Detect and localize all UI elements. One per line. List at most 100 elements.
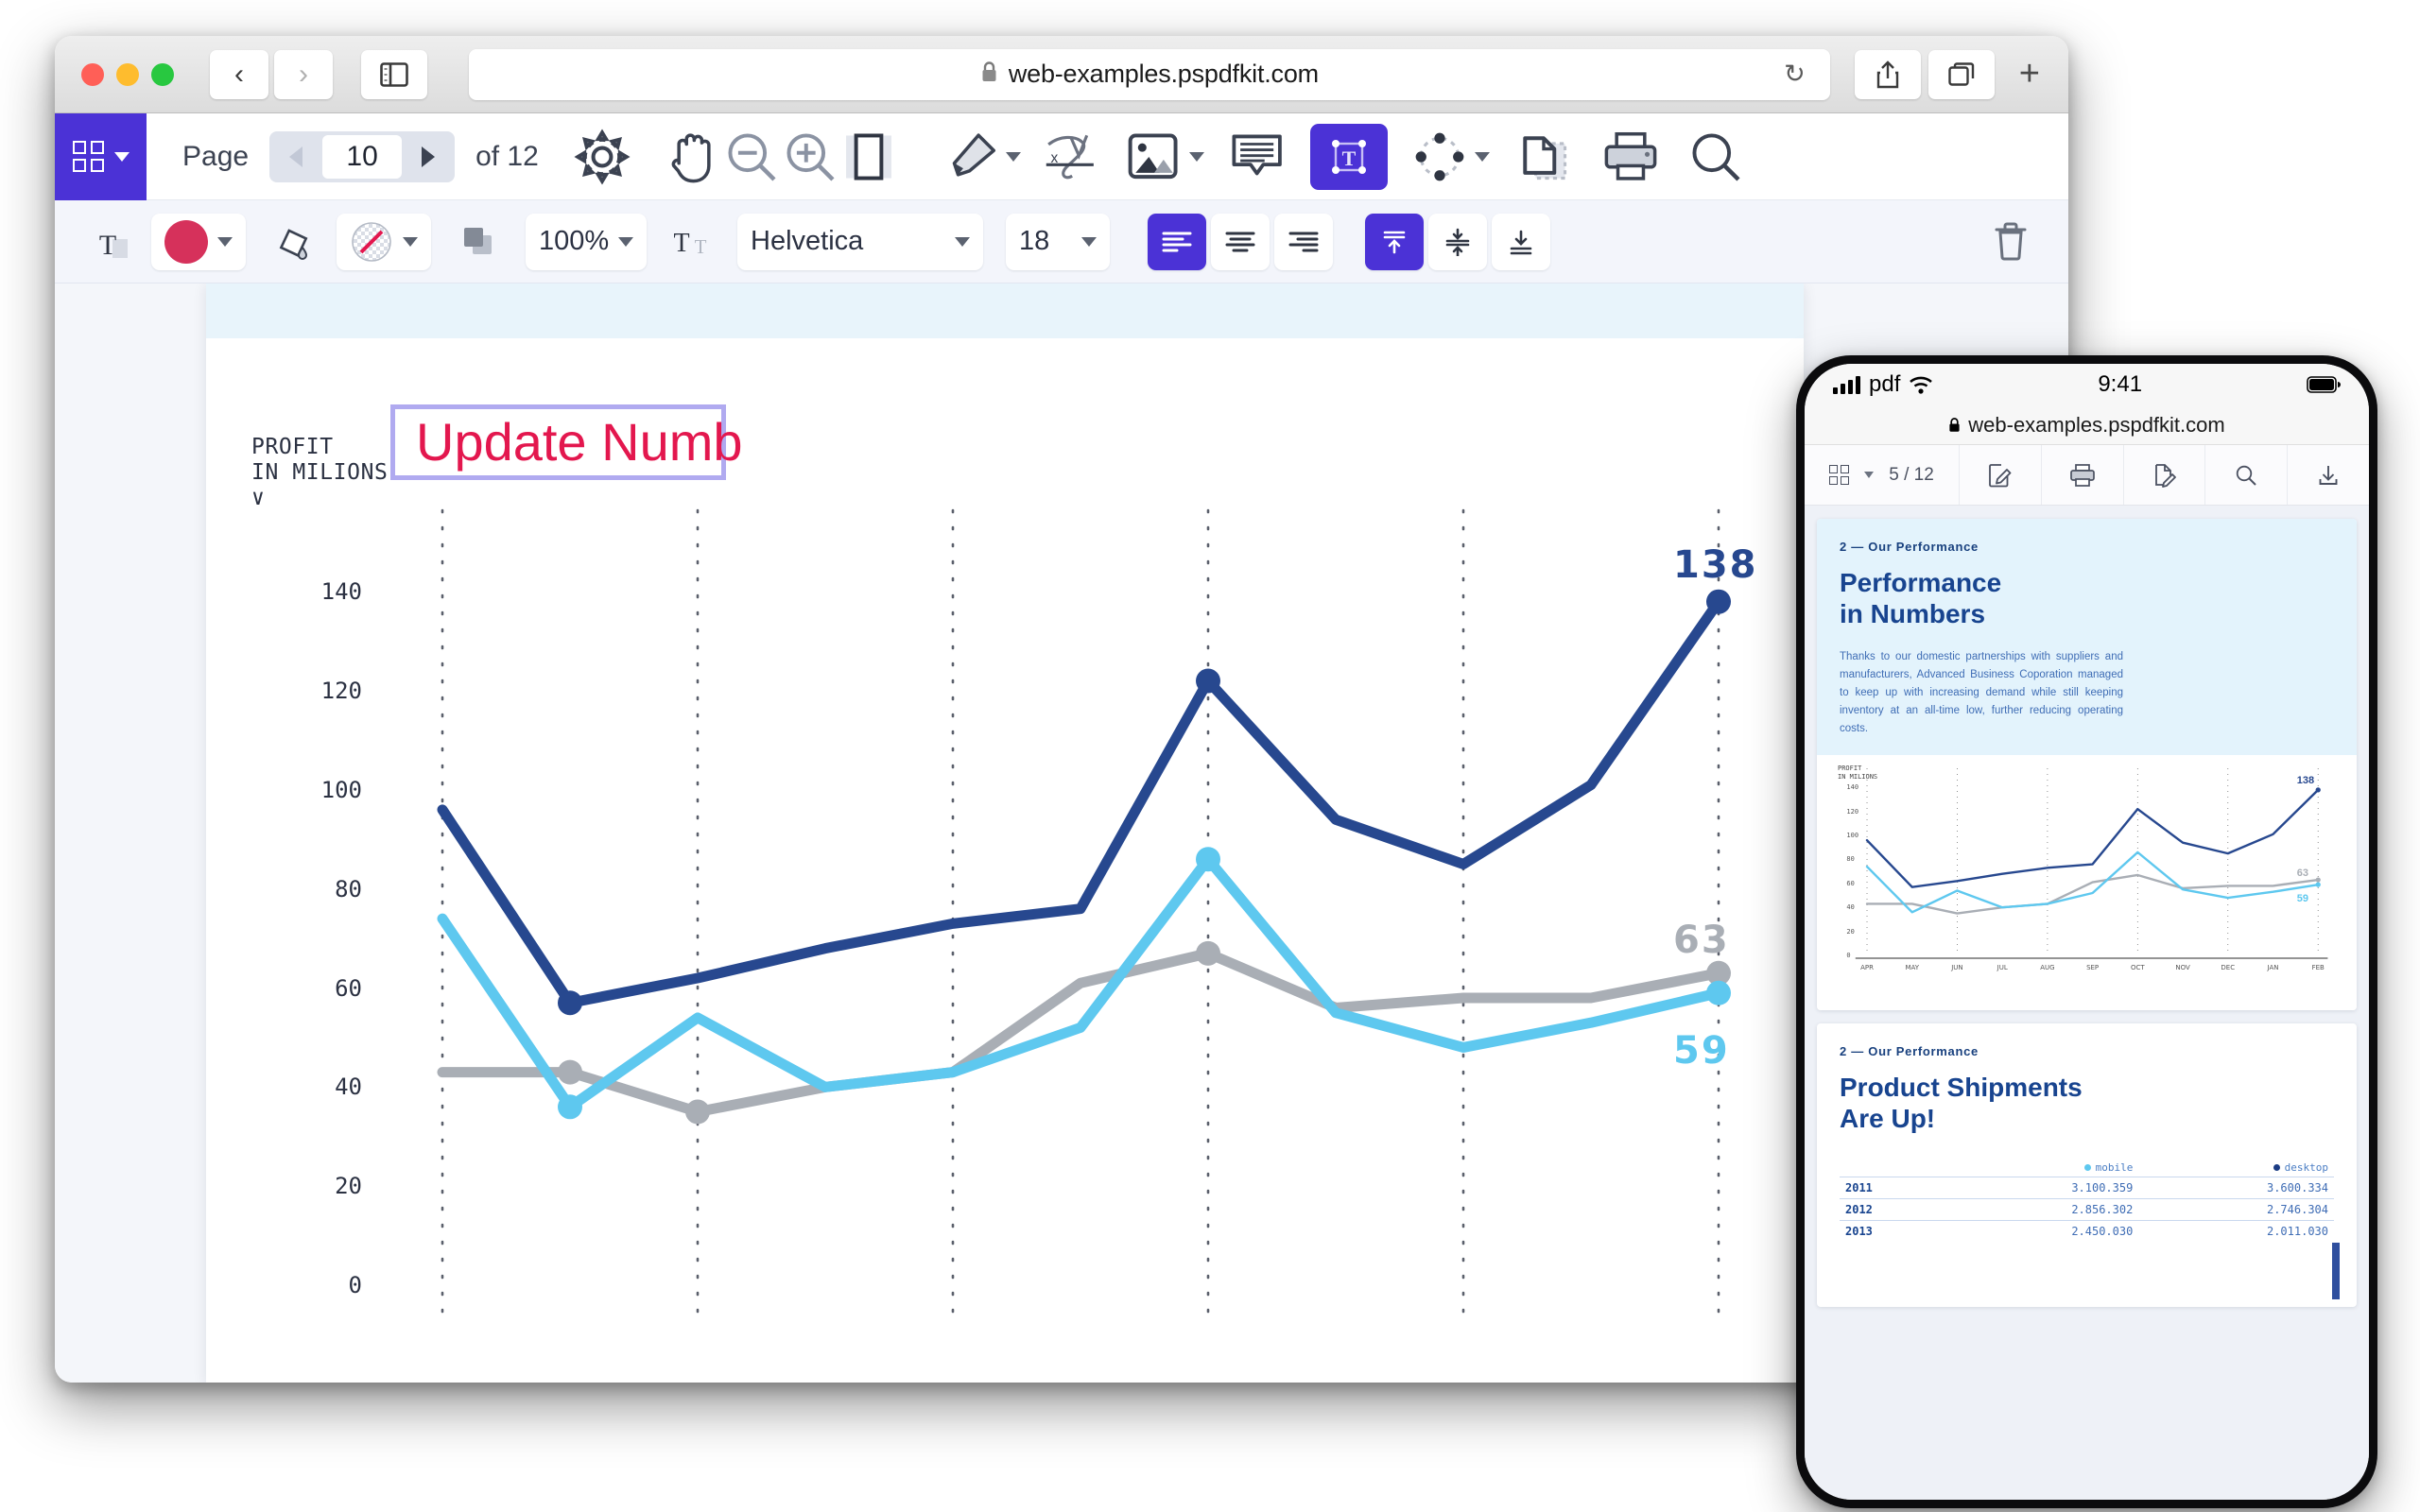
iphone-address-bar[interactable]: web-examples.pspdfkit.com [1805,405,2369,445]
shapes-tool-icon [1415,132,1464,180]
previous-page-button[interactable] [269,131,322,182]
table-row: 2011 3.100.359 3.600.334 [1840,1177,2334,1199]
zoom-level-select[interactable]: 100% [526,213,647,270]
font-case-button[interactable]: T T [647,223,737,261]
signature-button[interactable]: x [1042,128,1100,186]
image-annotation-icon [1128,132,1178,179]
series-end-label: 138 [1673,542,1758,587]
minimize-window-button[interactable] [116,62,139,86]
page-layout-button[interactable] [839,128,898,186]
forward-button[interactable]: › [274,49,333,99]
mini-x-tick: DEC [2221,964,2236,972]
slide-card-shipments[interactable]: 2 — Our Performance Product Shipments Ar… [1817,1023,2357,1307]
browser-nav-group: ‹ › [210,49,333,99]
text-color-picker[interactable] [151,213,246,270]
table-cell: 2.746.304 [2138,1198,2334,1221]
fill-color-button[interactable] [246,221,337,263]
mini-y-tick: 140 [1846,783,1859,792]
browser-titlebar: ‹ › web-examples.pspdfkit.com ↻ + [55,36,2068,113]
tabs-overview-button[interactable] [1927,49,1995,99]
image-annotation-button[interactable] [1125,128,1204,186]
address-bar[interactable]: web-examples.pspdfkit.com ↻ [469,48,1830,100]
table-col-header [1840,1159,1944,1177]
mini-x-tick: SEP [2086,964,2100,972]
pan-hand-icon [671,132,711,182]
align-left-icon [1162,232,1192,251]
slide-card-performance[interactable]: 2 — Our Performance Performance in Numbe… [1817,519,2357,1010]
document-viewport[interactable]: PROFIT IN MILIONS ∨ Update Numb 0 20 40 60 80 1… [55,284,2068,1383]
trash-icon [1995,222,2027,260]
pdf-toolbar-primary: Page 10 of 12 x T [55,112,2068,200]
reload-icon[interactable]: ↻ [1784,60,1806,89]
table-cell: 2011 [1840,1177,1944,1199]
zoom-in-button[interactable] [781,128,839,186]
text-box-tool-button[interactable]: T [1309,123,1388,190]
zoom-out-button[interactable] [722,128,781,186]
page-stepper[interactable]: 10 [269,130,456,182]
slide1-kicker: 2 — Our Performance [1840,540,1979,554]
align-bottom-button[interactable] [1492,213,1550,270]
settings-button[interactable] [573,128,631,186]
stroke-color-picker[interactable] [337,213,431,270]
iphone-annotate-button[interactable] [1959,445,2041,505]
mini-x-tick: JAN [2267,964,2279,972]
iphone-print-button[interactable] [2040,445,2123,505]
align-left-button[interactable] [1148,213,1206,270]
sidebar-toggle-button[interactable] [361,49,427,99]
maximize-window-button[interactable] [151,62,174,86]
svg-text:T: T [99,230,116,261]
iphone-download-button[interactable] [2287,445,2369,505]
shapes-tool-button[interactable] [1410,128,1490,186]
opacity-button[interactable] [431,222,526,262]
share-button[interactable] [1854,49,1921,99]
fill-bucket-icon [279,228,308,260]
chevron-down-icon [403,236,418,247]
search-button[interactable] [1686,128,1745,186]
y-axis-tick: 80 [335,875,362,902]
pdf-toolbar-format: T 100% T T Helvetica 18 [55,200,2068,284]
chevron-down-icon [217,236,233,247]
note-comment-button[interactable] [1229,128,1288,186]
highlighter-button[interactable] [942,128,1021,186]
triangle-left-icon [289,146,303,167]
wifi-icon [1910,376,1933,394]
text-format-button[interactable]: T [79,222,146,262]
print-icon [2069,463,2095,487]
chevron-down-icon [1081,236,1097,247]
pan-tool-button[interactable] [664,128,722,186]
delete-annotation-button[interactable] [1978,221,2044,263]
stamp-button[interactable] [1514,128,1573,186]
chevron-left-icon: ‹ [234,58,244,90]
close-window-button[interactable] [81,62,104,86]
window-controls[interactable] [81,62,174,86]
iphone-document-body[interactable]: 2 — Our Performance Performance in Numbe… [1805,506,2369,1500]
sidebar-toggle-icon [380,61,408,87]
iphone-sign-button[interactable] [2122,445,2205,505]
align-right-button[interactable] [1274,213,1333,270]
status-left: pdf [1833,371,1933,398]
align-top-button[interactable] [1365,213,1424,270]
table-cell: 2.856.302 [1943,1198,2139,1221]
new-tab-button[interactable]: + [2019,54,2040,94]
font-family-select[interactable]: Helvetica [737,213,983,270]
align-center-button[interactable] [1211,213,1270,270]
y-axis-tick: 40 [335,1074,362,1101]
text-box-tool-icon: T [1331,139,1366,174]
status-time: 9:41 [2098,371,2143,397]
pdf-page[interactable]: PROFIT IN MILIONS ∨ Update Numb 0 20 40 60 80 1… [206,284,1804,1383]
thumbnails-grid-button[interactable] [55,112,147,200]
align-middle-button[interactable] [1428,213,1487,270]
iphone-search-button[interactable] [2204,445,2287,505]
print-button[interactable] [1601,128,1660,186]
iphone-page-indicator-group[interactable]: 5 / 12 [1805,445,1959,505]
thumbnails-grid-icon [72,141,104,172]
zoom-out-icon [728,132,776,181]
back-button[interactable]: ‹ [210,49,268,99]
mini-x-tick: OCT [2131,964,2145,972]
table-cell: 2.011.030 [2138,1220,2334,1243]
page-number-input[interactable]: 10 [322,134,403,179]
page-total-label: of 12 [475,140,539,172]
next-page-button[interactable] [402,131,455,182]
table-cell: 2012 [1840,1198,1944,1221]
font-size-select[interactable]: 18 [1006,213,1110,270]
